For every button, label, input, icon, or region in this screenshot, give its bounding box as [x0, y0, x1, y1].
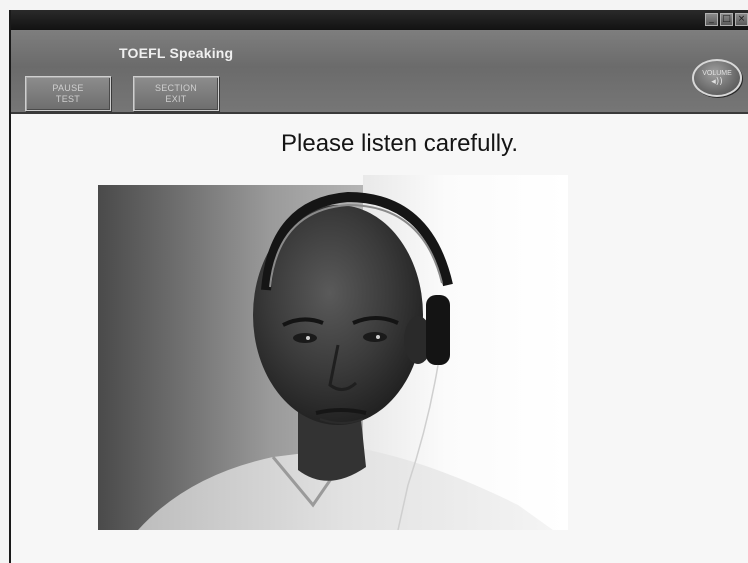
volume-button[interactable]: VOLUME ◂)): [692, 59, 742, 97]
window-controls: _ □ ×: [705, 13, 748, 26]
pause-test-label-line2: TEST: [55, 93, 81, 104]
listen-prompt: Please listen carefully.: [281, 130, 518, 157]
pause-test-button[interactable]: PAUSE TEST: [25, 76, 111, 111]
window-titlebar: _ □ ×: [11, 10, 748, 30]
section-exit-label-line1: SECTION: [154, 82, 198, 93]
minimize-icon[interactable]: _: [705, 13, 718, 26]
section-title: TOEFL Speaking: [119, 45, 234, 61]
test-header: TOEFL Speaking PAUSE TEST SECTION EXIT V…: [11, 30, 748, 114]
close-icon[interactable]: ×: [735, 13, 748, 26]
man-with-headphones-image: [138, 191, 553, 530]
pause-test-label-line1: PAUSE: [52, 82, 84, 93]
listener-photo: [98, 175, 568, 530]
test-window: _ □ × TOEFL Speaking PAUSE TEST SECTION …: [9, 10, 748, 563]
section-exit-button[interactable]: SECTION EXIT: [133, 76, 219, 111]
maximize-icon[interactable]: □: [720, 13, 733, 26]
speaker-icon: ◂)): [711, 77, 723, 87]
section-exit-label-line2: EXIT: [165, 93, 187, 104]
